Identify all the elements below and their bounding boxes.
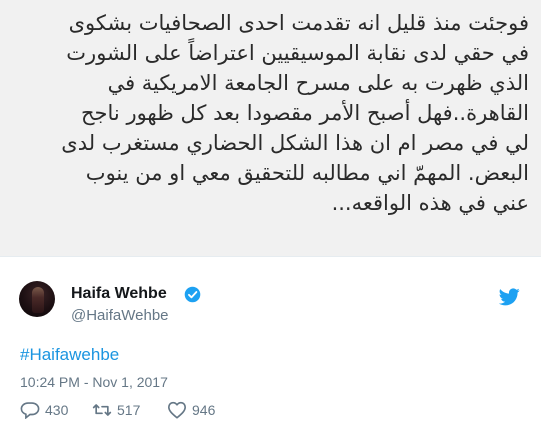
like-button[interactable]: 946	[167, 400, 215, 420]
timestamp[interactable]: 10:24 PM - Nov 1, 2017	[20, 374, 168, 390]
avatar-figure	[32, 287, 44, 313]
tweet-image[interactable]: فوجئت منذ قليل انه تقدمت احدى الصحافيات …	[0, 0, 541, 256]
twitter-bird-icon[interactable]	[499, 288, 520, 306]
reply-count: 430	[45, 402, 69, 418]
divider	[0, 256, 541, 257]
display-name[interactable]: Haifa Wehbe	[71, 285, 167, 303]
handle[interactable]: @HaifaWehbe	[71, 307, 169, 324]
tweet-image-text: فوجئت منذ قليل انه تقدمت احدى الصحافيات …	[61, 11, 529, 215]
retweet-count: 517	[117, 402, 141, 418]
retweet-icon	[92, 404, 112, 416]
verified-icon	[184, 286, 201, 303]
like-count: 946	[192, 402, 216, 418]
hashtag-link[interactable]: #Haifawehbe	[20, 345, 119, 365]
avatar[interactable]	[19, 281, 55, 317]
reply-icon	[20, 402, 40, 419]
heart-icon	[168, 401, 186, 419]
retweet-button[interactable]: 517	[92, 400, 140, 420]
reply-button[interactable]: 430	[20, 400, 68, 420]
